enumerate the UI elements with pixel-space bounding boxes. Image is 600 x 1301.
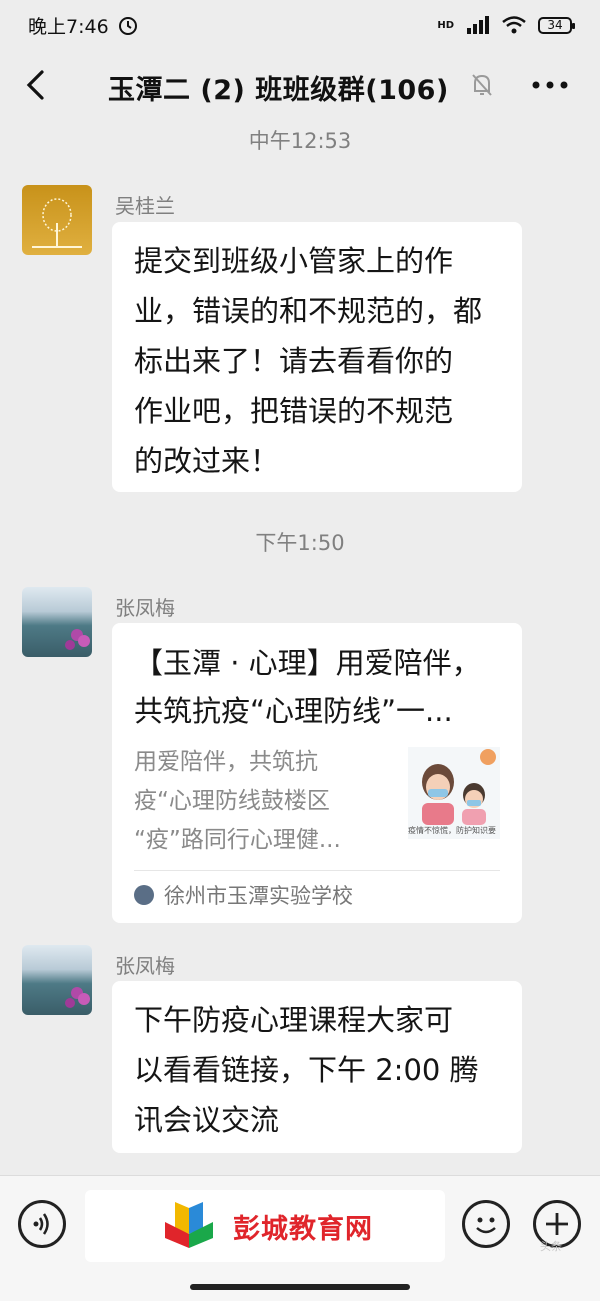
- lake-avatar-image: [65, 629, 90, 650]
- signal-icon: [467, 16, 489, 34]
- message-timestamp: 下午1:50: [255, 531, 345, 555]
- watermark: 头条: [540, 1240, 562, 1253]
- card-desc-line: “疫”路同行心理健...: [134, 827, 341, 853]
- book-logo-icon: [165, 1202, 213, 1248]
- card-title-line: 共筑抗疫“心理防线”一...: [134, 694, 453, 728]
- message-line: 作业吧，把错误的不规范: [134, 394, 454, 428]
- message-input[interactable]: 彭城教育网: [85, 1190, 445, 1262]
- voice-input-button[interactable]: [18, 1200, 66, 1248]
- emoji-button[interactable]: [462, 1200, 510, 1248]
- network-hd-label: HD: [437, 19, 454, 31]
- sender-name: 张凤梅: [115, 954, 175, 978]
- message-line: 的改过来！: [134, 444, 280, 478]
- avatar[interactable]: [22, 587, 92, 657]
- avatar[interactable]: [22, 945, 92, 1015]
- card-title: 【玉潭 · 心理】用爱陪伴， 共筑抗疫“心理防线”一...: [134, 639, 500, 735]
- source-logo-icon: [134, 885, 154, 905]
- status-time: 晚上7:46: [28, 15, 109, 38]
- message-line: 下午防疫心理课程大家可: [134, 1003, 454, 1037]
- battery-icon: 34: [538, 16, 575, 34]
- card-desc-line: 用爱陪伴，共筑抗: [134, 749, 318, 775]
- lake-avatar-image: [65, 987, 90, 1008]
- card-desc-line: 疫“心理防线鼓楼区: [134, 788, 330, 814]
- message-line: 提交到班级小管家上的作: [134, 244, 454, 278]
- message-line: 标出来了！请去看看你的: [134, 344, 454, 378]
- card-title-line: 【玉潭 · 心理】用爱陪伴，: [134, 646, 481, 680]
- message-line: 业，错误的和不规范的，都: [134, 294, 483, 328]
- source-name: 徐州市玉潭实验学校: [164, 884, 353, 908]
- avatar[interactable]: [22, 185, 92, 255]
- logo-text: 彭城教育网: [233, 1213, 373, 1245]
- mute-bell-icon: [472, 74, 492, 96]
- chat-title: 玉潭二 (2) 班班级群(106): [108, 75, 449, 106]
- message-line: 讯会议交流: [134, 1103, 280, 1137]
- status-bar: 晚上7:46 HD 34: [0, 0, 600, 50]
- message-line: 以看看链接，下午 2:00 腾: [134, 1053, 479, 1087]
- home-indicator[interactable]: [190, 1284, 410, 1290]
- alarm-icon: [118, 17, 137, 35]
- message-bubble[interactable]: 下午防疫心理课程大家可 以看看链接，下午 2:00 腾 讯会议交流: [112, 981, 522, 1153]
- back-icon[interactable]: [22, 68, 52, 102]
- sender-name: 张凤梅: [115, 596, 175, 620]
- voice-icon: [33, 1213, 49, 1235]
- more-options-icon[interactable]: [528, 68, 572, 102]
- tree-avatar-image: [32, 198, 82, 248]
- card-source: 徐州市玉潭实验学校: [134, 870, 500, 919]
- chat-header: 玉潭二 (2) 班班级群(106): [0, 50, 600, 120]
- thumbnail-caption: 疫情不惊慌，防护知识要: [408, 826, 496, 835]
- message-bubble[interactable]: 提交到班级小管家上的作 业，错误的和不规范的，都 标出来了！请去看看你的 作业吧…: [112, 222, 522, 492]
- message-timestamp: 中午12:53: [248, 129, 352, 153]
- wifi-icon: [502, 16, 526, 34]
- sender-name: 吴桂兰: [115, 194, 175, 218]
- card-thumbnail: 疫情不惊慌，防护知识要: [408, 747, 500, 839]
- link-card[interactable]: 【玉潭 · 心理】用爱陪伴， 共筑抗疫“心理防线”一... 用爱陪伴，共筑抗 疫…: [112, 623, 522, 923]
- input-bar: 彭城教育网 头条: [0, 1175, 600, 1301]
- emoji-icon: [476, 1217, 496, 1234]
- card-description: 用爱陪伴，共筑抗 疫“心理防线鼓楼区 “疫”路同行心理健...: [134, 743, 384, 860]
